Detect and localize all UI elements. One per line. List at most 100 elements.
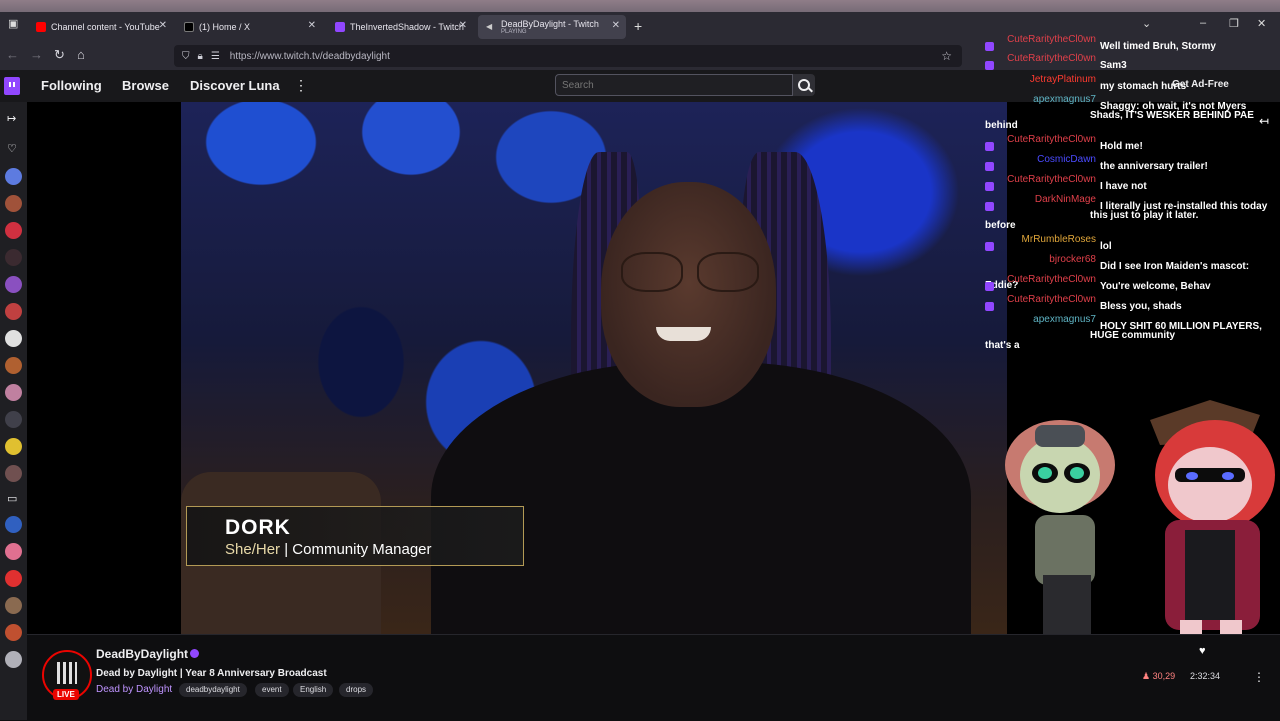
tab-title: (1) Home / X xyxy=(199,22,251,32)
search-icon[interactable] xyxy=(793,74,815,96)
chat-username[interactable]: JetrayPlatinum xyxy=(996,70,1096,89)
nameplate-pronouns: She/Her xyxy=(225,541,281,558)
person-head xyxy=(601,182,776,407)
lock-icon[interactable]: 🔒︎ xyxy=(198,51,203,62)
expand-sidebar-icon[interactable]: ↦ xyxy=(7,112,16,125)
close-tab-icon[interactable]: ✕ xyxy=(459,20,467,31)
followed-channel-avatar[interactable] xyxy=(5,357,22,374)
followed-channel-avatar[interactable] xyxy=(5,222,22,239)
chat-username[interactable]: CuteRaritytheCl0wn xyxy=(996,49,1096,68)
game-link[interactable]: Dead by Daylight xyxy=(96,684,172,695)
url-text: https://www.twitch.tv/deadbydaylight xyxy=(229,50,390,62)
browser-tab-x[interactable]: (1) Home / X ✕ xyxy=(176,15,322,39)
nameplate-separator: | xyxy=(284,541,289,558)
speaker-icon: ◀ xyxy=(486,22,493,31)
browser-tab-youtube[interactable]: Channel content - YouTube Studio ✕ xyxy=(28,15,173,39)
twitch-logo-icon[interactable] xyxy=(4,77,20,95)
tab-title: Channel content - YouTube Studio xyxy=(51,22,161,32)
viewer-count: ♟ 30,29 xyxy=(1142,671,1176,681)
more-options-icon[interactable]: ⋮ xyxy=(1253,670,1265,684)
followed-channel-avatar[interactable] xyxy=(5,411,22,428)
chat-username[interactable]: DarkNinMage xyxy=(996,190,1096,209)
recommended-channel-avatar[interactable] xyxy=(5,651,22,668)
nav-following[interactable]: Following xyxy=(41,78,102,93)
minimize-icon[interactable]: – xyxy=(1200,17,1206,29)
video-camera-icon: ▭ xyxy=(7,493,18,505)
followed-channel-avatar[interactable] xyxy=(5,465,22,482)
tag-english[interactable]: English xyxy=(293,683,334,697)
chat-badge-icon xyxy=(985,201,994,211)
chat-username[interactable]: apexmagnus7 xyxy=(996,90,1096,109)
maximize-icon[interactable]: ❐ xyxy=(1229,17,1239,30)
lower-third-nameplate: DORK She/Her | Community Manager xyxy=(186,506,524,566)
recommended-channel-avatar[interactable] xyxy=(5,597,22,614)
chat-text-continuation: this just to play it later. xyxy=(1090,210,1199,221)
recommended-channel-avatar[interactable] xyxy=(5,570,22,587)
chat-username[interactable]: CuteRaritytheCl0wn xyxy=(996,270,1096,289)
follow-heart-icon[interactable]: ♥ xyxy=(1199,645,1206,657)
tab-playing-label: PLAYING xyxy=(501,29,527,35)
followed-channel-avatar[interactable] xyxy=(5,168,22,185)
nav-discover-luna[interactable]: Discover Luna xyxy=(190,78,280,93)
close-tab-icon[interactable]: ✕ xyxy=(308,20,316,31)
forward-icon[interactable]: → xyxy=(30,47,43,62)
nameplate-role: Community Manager xyxy=(292,541,432,558)
followed-channel-avatar[interactable] xyxy=(5,276,22,293)
recommended-channel-avatar[interactable] xyxy=(5,543,22,560)
chat-username[interactable]: CuteRaritytheCl0wn xyxy=(996,30,1096,49)
person-smile xyxy=(656,327,711,341)
chat-overlay: CuteRaritytheCl0wnWell timed Bruh, Storm… xyxy=(985,30,1280,360)
browser-tab-theinvertedshadow[interactable]: TheInvertedShadow - Twitch ✕ xyxy=(327,15,473,39)
recommended-channel-avatar[interactable] xyxy=(5,624,22,641)
more-options-icon[interactable]: ⋮ xyxy=(294,77,308,94)
stream-uptime: 2:32:34 xyxy=(1190,671,1221,681)
tag-drops[interactable]: drops xyxy=(339,683,374,697)
youtube-icon xyxy=(36,22,46,32)
permissions-icon[interactable]: ☰ xyxy=(211,51,220,62)
home-icon[interactable]: ⌂ xyxy=(77,47,85,62)
tab-title-group: DeadByDaylight - Twitch PLAYING xyxy=(501,19,599,35)
viewer-count-value: 30,29 xyxy=(1152,671,1176,681)
tab-title: TheInvertedShadow - Twitch xyxy=(350,22,464,32)
close-window-icon[interactable]: ✕ xyxy=(1257,17,1266,30)
followed-channel-avatar[interactable] xyxy=(5,249,22,266)
twitch-icon xyxy=(335,22,345,32)
chat-username[interactable]: apexmagnus7 xyxy=(996,310,1096,329)
chat-username[interactable]: CuteRaritytheCl0wn xyxy=(996,290,1096,309)
collapse-chat-icon[interactable]: ↤ xyxy=(1259,114,1269,128)
chevron-down-icon[interactable]: ⌄ xyxy=(1142,17,1151,30)
person-glasses xyxy=(621,252,761,292)
close-tab-icon[interactable]: ✕ xyxy=(612,20,620,31)
tag-deadbydaylight[interactable]: deadbydaylight xyxy=(179,683,247,697)
shield-icon[interactable]: ⛉ xyxy=(182,51,190,62)
close-tab-icon[interactable]: ✕ xyxy=(159,20,167,31)
search-input[interactable] xyxy=(555,74,793,96)
live-badge: LIVE xyxy=(53,689,79,700)
recommended-channel-avatar[interactable] xyxy=(5,516,22,533)
followed-channel-avatar[interactable] xyxy=(5,330,22,347)
followed-channel-avatar[interactable] xyxy=(5,303,22,320)
chat-username[interactable]: bjrocker68 xyxy=(996,250,1096,269)
followed-channel-avatar[interactable] xyxy=(5,195,22,212)
chat-username[interactable]: CuteRaritytheCl0wn xyxy=(996,130,1096,149)
chat-username[interactable]: MrRumbleRoses xyxy=(996,230,1096,249)
browser-tab-deadbydaylight[interactable]: ◀ DeadByDaylight - Twitch PLAYING ✕ xyxy=(478,15,626,39)
followed-channel-avatar[interactable] xyxy=(5,438,22,455)
tab-list-icon[interactable]: ▣ xyxy=(8,17,18,30)
tab-title: DeadByDaylight - Twitch xyxy=(501,19,599,29)
nav-browse[interactable]: Browse xyxy=(122,78,169,93)
bookmark-star-icon[interactable]: ☆ xyxy=(941,49,952,63)
chat-username[interactable]: CuteRaritytheCl0wn xyxy=(996,170,1096,189)
channel-name[interactable]: DeadByDaylight xyxy=(96,647,188,661)
chat-username[interactable]: CosmicDawn xyxy=(996,150,1096,169)
new-tab-button[interactable]: + xyxy=(634,18,642,34)
stream-title: Dead by Daylight | Year 8 Anniversary Br… xyxy=(96,668,327,679)
left-sidebar: ↦ ♡ ▭ xyxy=(0,102,27,720)
followed-channel-avatar[interactable] xyxy=(5,384,22,401)
back-icon[interactable]: ← xyxy=(6,47,19,62)
reload-icon[interactable]: ↻ xyxy=(54,47,65,63)
chat-text-continuation: Shads, IT'S WESKER BEHIND PAE xyxy=(1090,110,1254,121)
address-bar[interactable]: ⛉ 🔒︎ ☰ https://www.twitch.tv/deadbydayli… xyxy=(174,45,962,67)
tag-event[interactable]: event xyxy=(255,683,289,697)
x-logo-icon xyxy=(184,22,194,32)
